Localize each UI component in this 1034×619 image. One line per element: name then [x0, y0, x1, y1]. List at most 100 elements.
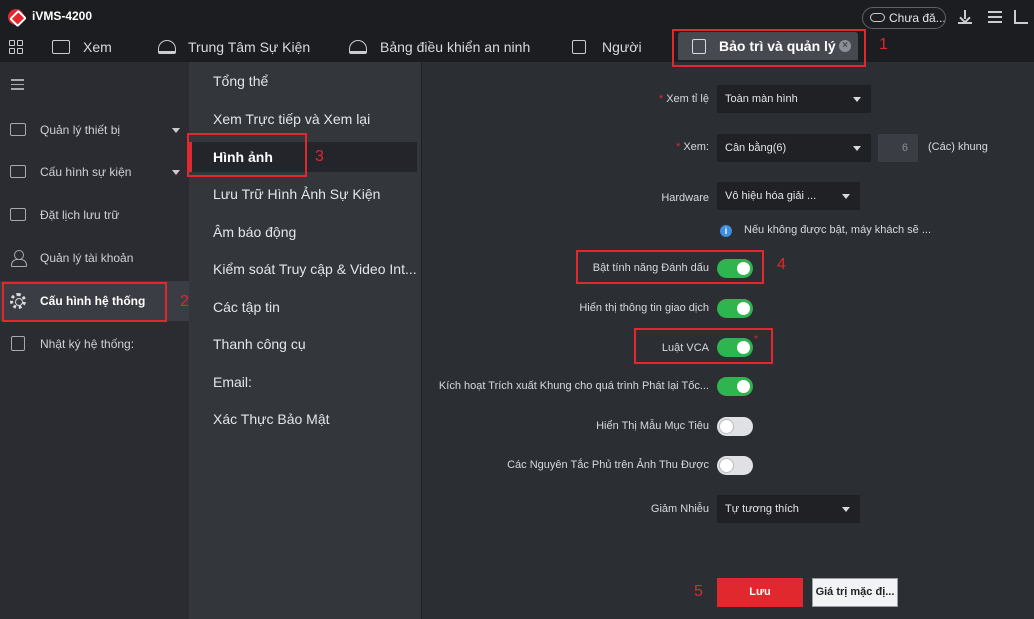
tab-event-center[interactable]: Trung Tâm Sự Kiện: [158, 32, 328, 62]
submenu-live-view-playback[interactable]: Xem Trực tiếp và Xem lại: [189, 104, 421, 134]
toggle-knob: [720, 459, 733, 472]
cloud-status-button[interactable]: Chưa đă...: [862, 7, 946, 29]
tab-security-control-panel[interactable]: Bảng điều khiển an ninh: [349, 32, 549, 62]
cloud-status-label: Chưa đă...: [889, 11, 946, 25]
download-icon[interactable]: [958, 10, 972, 24]
tagging-label: Bật tính năng Đánh dấu: [592, 262, 709, 274]
view-mode-select[interactable]: Cân bằng(6): [717, 134, 871, 162]
sidebar-item-label: Quản lý tài khoản: [40, 251, 134, 265]
hardware-decoding-value: Vô hiệu hóa giải ...: [725, 190, 817, 202]
overlay-rules-toggle[interactable]: [717, 456, 753, 475]
save-button[interactable]: Lưu: [717, 578, 803, 607]
submenu-toolbar[interactable]: Thanh công cụ: [189, 329, 421, 359]
task-list-icon[interactable]: [988, 10, 1002, 24]
hardware-decoding-select[interactable]: Vô hiệu hóa giải ...: [717, 182, 860, 210]
step-number-2: 2: [180, 293, 189, 310]
sidebar-item-label: Cấu hình sự kiện: [40, 165, 132, 179]
sidebar: Quản lý thiết bị Cấu hình sự kiện Đặt lị…: [0, 62, 189, 619]
tab-person[interactable]: Người: [572, 32, 652, 62]
submenu-access-control-video-intercom[interactable]: Kiểm soát Truy cập & Video Int...: [189, 254, 421, 284]
alarm-icon: [158, 40, 176, 54]
vca-rule-toggle[interactable]: [717, 338, 753, 357]
submenu-email[interactable]: Email:: [189, 367, 421, 397]
settings-submenu: Tổng thể Xem Trực tiếp và Xem lại Hình ả…: [189, 62, 421, 619]
alarm-icon: [349, 40, 367, 54]
gear-icon: [10, 293, 26, 309]
person-card-icon: [572, 40, 586, 54]
close-tab-icon[interactable]: ×: [839, 40, 851, 52]
view-label: * Xem:: [675, 141, 709, 153]
toggle-knob: [737, 341, 750, 354]
noise-reduction-label: Giảm Nhiễu: [650, 503, 709, 515]
sidebar-item-device-management[interactable]: Quản lý thiết bị: [0, 110, 189, 150]
tagging-toggle[interactable]: [717, 259, 753, 278]
window-count-unit: (Các) khung: [928, 141, 988, 153]
tab-view[interactable]: Xem: [52, 32, 132, 62]
transaction-info-label: Hiển thị thông tin giao dịch: [579, 302, 709, 314]
chevron-down-icon: [853, 97, 861, 102]
tab-label: Người: [602, 39, 642, 55]
tab-label: Xem: [83, 39, 112, 55]
toggle-knob: [720, 420, 733, 433]
chevron-down-icon: [842, 194, 850, 199]
frame-extraction-toggle[interactable]: [717, 377, 753, 396]
sidebar-item-storage-schedule[interactable]: Đặt lịch lưu trữ: [0, 195, 189, 235]
tab-label: Bảng điều khiển an ninh: [380, 39, 531, 55]
sidebar-item-label: Cấu hình hệ thống: [40, 294, 146, 308]
tab-maintenance-management[interactable]: Bảo trì và quản lý ×: [678, 32, 858, 60]
sidebar-item-label: Đặt lịch lưu trữ: [40, 208, 120, 222]
camera-icon: [52, 40, 70, 54]
noise-reduction-select[interactable]: Tự tương thích: [717, 495, 860, 523]
submenu-files[interactable]: Các tập tin: [189, 292, 421, 322]
tab-label: Trung Tâm Sự Kiện: [188, 39, 311, 55]
monitor-chart-icon[interactable]: [1014, 10, 1028, 24]
step-number-5: 5: [694, 583, 703, 600]
hamburger-menu-icon[interactable]: [11, 79, 24, 93]
submenu-image[interactable]: Hình ảnh: [189, 142, 417, 172]
tab-label: Bảo trì và quản lý: [719, 38, 836, 54]
aspect-ratio-label: * Xem tỉ lệ: [658, 93, 709, 105]
log-search-icon: [11, 336, 25, 351]
frame-extraction-label: Kích hoạt Trích xuất Khung cho quá trình…: [438, 380, 709, 392]
restore-default-button[interactable]: Giá trị mặc đị...: [812, 578, 898, 607]
submenu-event-picture-storage[interactable]: Lưu Trữ Hình Ảnh Sự Kiện: [189, 179, 421, 209]
title-bar: iVMS-4200 Chưa đă...: [0, 0, 1034, 32]
vca-rule-label: Luật VCA: [661, 342, 709, 354]
sidebar-item-system-config[interactable]: Cấu hình hệ thống: [0, 281, 189, 321]
view-mode-value: Cân bằng(6): [725, 142, 787, 154]
maintenance-icon: [692, 39, 706, 54]
sidebar-item-system-log[interactable]: Nhật ký hệ thống:: [0, 324, 189, 364]
transaction-info-toggle[interactable]: [717, 299, 753, 318]
target-template-label: Hiển Thị Mẫu Mục Tiêu: [596, 420, 709, 432]
step-number-4: 4: [777, 256, 786, 273]
sidebar-item-label: Nhật ký hệ thống:: [40, 337, 135, 351]
target-template-toggle[interactable]: [717, 417, 753, 436]
submenu-general[interactable]: Tổng thể: [189, 66, 421, 96]
toggle-knob: [737, 302, 750, 315]
window-count-input[interactable]: 6: [878, 134, 918, 162]
hardware-label: Hardware: [661, 192, 709, 204]
overlay-rules-label: Các Nguyên Tắc Phủ trên Ảnh Thu Được: [507, 459, 709, 471]
cloud-icon: [870, 13, 885, 22]
grid-menu-icon[interactable]: [9, 40, 24, 55]
submenu-alarm-sound[interactable]: Âm báo động: [189, 217, 421, 247]
noise-reduction-value: Tự tương thích: [725, 503, 799, 515]
sidebar-item-account-management[interactable]: Quản lý tài khoản: [0, 238, 189, 278]
submenu-security-authentication[interactable]: Xác Thực Bảo Mật: [189, 404, 421, 434]
aspect-ratio-select[interactable]: Toàn màn hình: [717, 85, 871, 113]
app-logo-icon: [8, 9, 24, 25]
app-title: iVMS-4200: [32, 9, 93, 23]
required-star-mark: *: [754, 334, 758, 345]
chevron-down-icon: [842, 507, 850, 512]
aspect-ratio-value: Toàn màn hình: [725, 93, 798, 105]
chevron-down-icon: [172, 128, 180, 133]
sidebar-item-label: Quản lý thiết bị: [40, 123, 121, 137]
info-icon: i: [720, 225, 732, 237]
toggle-knob: [737, 262, 750, 275]
step-number-3: 3: [315, 148, 324, 165]
chevron-down-icon: [853, 146, 861, 151]
image-settings-panel: * Xem tỉ lệ Toàn màn hình * Xem: Cân bằn…: [422, 62, 1034, 619]
hardware-info-text: Nếu không được bật, máy khách sẽ ...: [744, 224, 932, 236]
storage-schedule-icon: [10, 208, 26, 221]
sidebar-item-event-config[interactable]: Cấu hình sự kiện: [0, 152, 189, 192]
